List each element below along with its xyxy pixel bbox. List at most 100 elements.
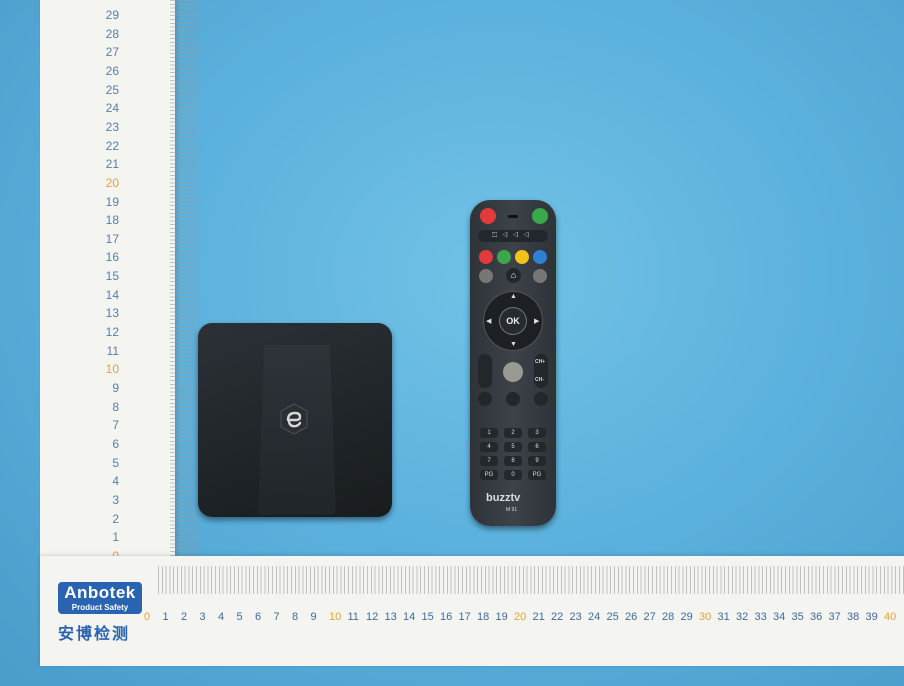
channel-rocker: CH+ CH- — [534, 354, 548, 388]
horizontal-ruler-number: 10 — [329, 611, 342, 623]
volume-rocker — [478, 354, 492, 388]
vertical-ruler-number: 2 — [112, 511, 119, 526]
vertical-ruler-ticks — [170, 0, 198, 556]
vertical-ruler-number: 1 — [112, 530, 119, 545]
number-key: 9 — [528, 456, 546, 466]
vertical-ruler-number: 28 — [105, 26, 119, 41]
number-key: 2 — [504, 428, 522, 438]
channel-up-label: CH+ — [535, 359, 546, 365]
home-icon: ⌂ — [506, 268, 521, 283]
vertical-ruler-number: 27 — [105, 45, 119, 60]
dpad: ▲ ▼ ◀ ▶ OK — [483, 291, 543, 351]
horizontal-ruler-number: 33 — [754, 611, 767, 623]
horizontal-ruler-number: 24 — [588, 611, 601, 623]
horizontal-ruler-number: 18 — [477, 611, 490, 623]
vertical-ruler-number: 18 — [105, 213, 119, 228]
horizontal-ruler-number: 20 — [514, 611, 527, 623]
horizontal-ruler-number: 19 — [495, 611, 508, 623]
horizontal-ruler-number: 22 — [551, 611, 564, 623]
tv-box — [198, 323, 392, 517]
number-key: 4 — [480, 442, 498, 452]
horizontal-ruler-number: 16 — [440, 611, 453, 623]
vertical-ruler-number: 16 — [105, 250, 119, 265]
vertical-ruler-number: 11 — [106, 343, 119, 358]
horizontal-ruler-number: 13 — [384, 611, 397, 623]
horizontal-ruler-number: 21 — [532, 611, 545, 623]
e-logo-icon — [280, 403, 308, 435]
horizontal-ruler-number: 31 — [717, 611, 730, 623]
remote-brand: buzztv — [486, 492, 521, 504]
vertical-ruler-number: 21 — [105, 157, 119, 172]
vertical-ruler-number: 9 — [112, 381, 119, 395]
up-arrow-icon: ▲ — [510, 293, 517, 300]
menu-button — [479, 269, 493, 283]
anbotek-logo: Anbotek Product Safety 安博检测 — [58, 582, 142, 644]
vertical-ruler-number: 7 — [112, 418, 119, 433]
vertical-ruler-number: 22 — [105, 138, 119, 153]
vertical-ruler-number: 26 — [105, 63, 119, 78]
buzztv-logo-button — [503, 362, 523, 382]
yellow-button — [515, 250, 529, 264]
horizontal-ruler-number: 0 — [144, 611, 151, 623]
right-arrow-icon: ▶ — [534, 318, 540, 325]
horizontal-ruler-number: 32 — [736, 611, 749, 623]
horizontal-ruler-number: 3 — [199, 611, 206, 623]
vertical-ruler-number: 14 — [105, 287, 119, 302]
vertical-ruler-number: 8 — [112, 399, 119, 414]
blue-button — [533, 250, 547, 264]
vertical-ruler-number: 19 — [105, 194, 119, 209]
horizontal-ruler-number: 40 — [884, 611, 897, 623]
vertical-ruler-number: 13 — [105, 306, 119, 321]
input-volume-row: ⏍◁◁◁ — [478, 230, 548, 242]
vertical-ruler-number: 12 — [105, 325, 119, 340]
fast-forward-button — [534, 392, 548, 406]
power-button-green — [532, 208, 548, 224]
vertical-ruler-number: 25 — [105, 82, 119, 97]
green-button — [497, 250, 511, 264]
vertical-ruler-number: 3 — [112, 492, 119, 507]
horizontal-ruler-number: 2 — [181, 611, 188, 623]
vertical-ruler-number: 20 — [105, 175, 119, 190]
horizontal-ruler-number: 9 — [310, 611, 317, 623]
horizontal-ruler-number: 4 — [218, 611, 225, 623]
horizontal-ruler-number: 23 — [569, 611, 582, 623]
horizontal-ruler-number: 1 — [162, 611, 169, 623]
vertical-ruler-number: 23 — [105, 119, 119, 134]
vertical-ruler-number: 24 — [105, 101, 119, 116]
brand-name: Anbotek — [64, 583, 136, 602]
vertical-ruler-number: 5 — [112, 455, 119, 470]
number-key: PG — [480, 470, 498, 480]
horizontal-ruler-number: 38 — [847, 611, 860, 623]
horizontal-ruler-number: 14 — [403, 611, 416, 623]
vertical-ruler-number: 15 — [105, 269, 119, 284]
horizontal-ruler-number: 17 — [458, 611, 471, 623]
down-arrow-icon: ▼ — [510, 341, 517, 348]
options-button — [533, 269, 547, 283]
horizontal-ruler-number: 28 — [662, 611, 675, 623]
left-arrow-icon: ◀ — [486, 318, 492, 325]
remote-control: ⏍◁◁◁ ⌂ ▲ ▼ ◀ ▶ OK CH+ CH- 1 2 3 4 5 6 7 8 9 PG 0 PG… — [470, 200, 556, 526]
number-key: 3 — [528, 428, 546, 438]
horizontal-ruler-number: 27 — [643, 611, 656, 623]
number-key: 7 — [480, 456, 498, 466]
brand-subtitle: Product Safety — [71, 603, 129, 612]
horizontal-ruler-number: 25 — [606, 611, 619, 623]
horizontal-ruler-ticks — [158, 566, 904, 594]
horizontal-ruler-number: 37 — [828, 611, 841, 623]
vertical-ruler-number: 29 — [105, 8, 119, 22]
horizontal-ruler-number: 12 — [366, 611, 379, 623]
horizontal-ruler-number: 34 — [773, 611, 786, 623]
photo-scene: 29 28 27 26 25 24 23 22 21 20 19 18 17 16 15 14 13 12 11 10… — [0, 0, 904, 686]
vertical-ruler-number: 17 — [105, 231, 119, 246]
channel-down-label: CH- — [535, 377, 544, 383]
number-key: 6 — [528, 442, 546, 452]
horizontal-ruler-number: 30 — [699, 611, 712, 623]
horizontal-ruler-number: 8 — [292, 611, 299, 623]
horizontal-ruler-number: 7 — [273, 611, 280, 623]
vertical-ruler-number: 6 — [112, 436, 119, 451]
ok-button: OK — [499, 307, 527, 335]
horizontal-ruler-number: 5 — [236, 611, 243, 623]
horizontal-ruler-number: 15 — [421, 611, 434, 623]
vertical-ruler-number: 4 — [112, 474, 119, 489]
rewind-button — [478, 392, 492, 406]
